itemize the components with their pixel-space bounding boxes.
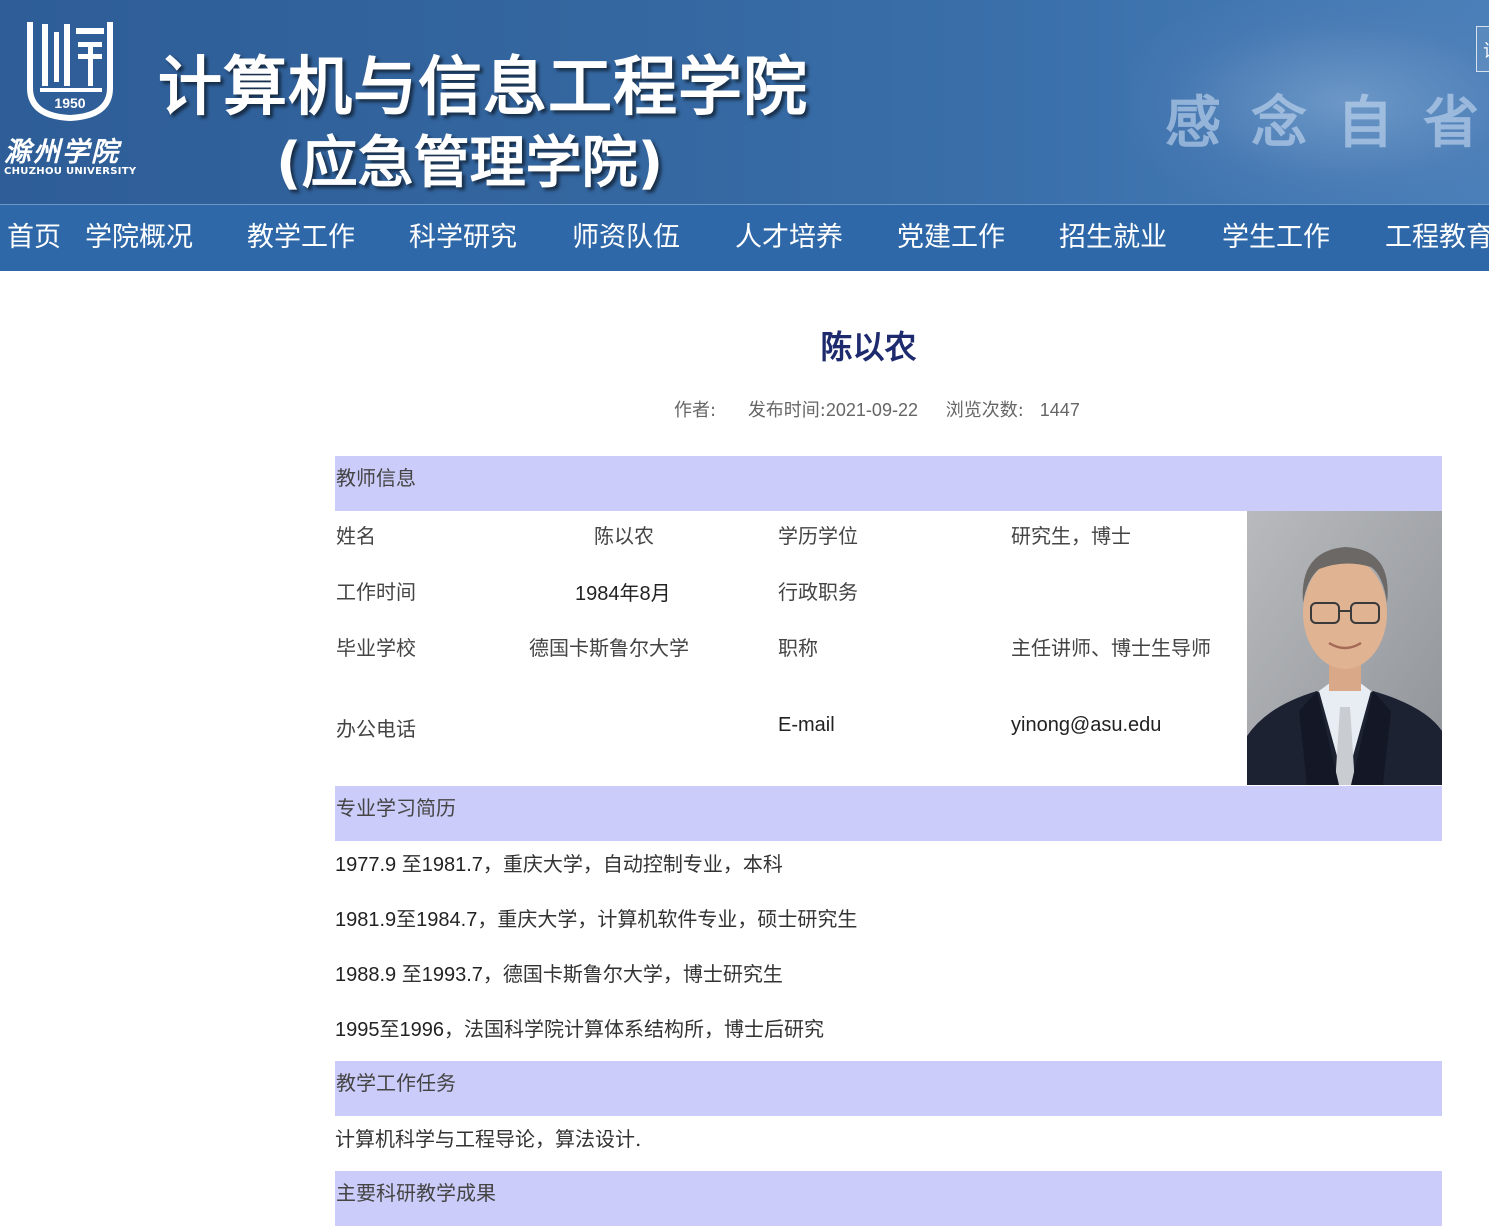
nav-item-research[interactable]: 科学研究 — [409, 205, 517, 271]
degree-value: 研究生，博士 — [1011, 524, 1131, 548]
nav-item-talent[interactable]: 人才培养 — [735, 205, 843, 271]
education-item: 1988.9 至1993.7，德国卡斯鲁尔大学，博士研究生 — [335, 958, 783, 987]
site-title: 计算机与信息工程学院 — [158, 51, 808, 125]
section-teaching: 教学工作任务 — [335, 1061, 1442, 1116]
view-count: 1447 — [1039, 400, 1080, 420]
edu-to: 至 — [401, 962, 422, 986]
edu-detail: ，法国科学院计算体系结构所，博士后研究 — [444, 1017, 824, 1041]
main-nav: 首页 学院概况 教学工作 科学研究 师资队伍 人才培养 党建工作 招生就业 学生… — [0, 204, 1489, 271]
nav-item-admission[interactable]: 招生就业 — [1059, 205, 1167, 271]
logo-emblem-icon: 1950 — [27, 22, 113, 122]
email-link[interactable]: yinong@asu.edu — [1011, 714, 1161, 737]
edu-start: 1995 — [335, 1019, 380, 1041]
site-subtitle: (应急管理学院) — [276, 131, 664, 196]
nav-item-party[interactable]: 党建工作 — [897, 205, 1005, 271]
banner-motto: 感念自省做 — [1165, 90, 1489, 156]
nav-item-engineering[interactable]: 工程教育 — [1385, 205, 1489, 271]
section-education: 专业学习简历 — [335, 786, 1442, 841]
date-label: 发布时间: — [747, 400, 826, 421]
edu-end: 1996 — [399, 1019, 445, 1041]
school-value: 德国卡斯鲁尔大学 — [529, 636, 689, 660]
author-label: 作者: — [674, 400, 717, 421]
nav-item-faculty[interactable]: 师资队伍 — [572, 205, 680, 271]
edu-end: 1993.7 — [421, 964, 483, 986]
edu-start: 1988.9 — [335, 964, 402, 986]
edu-detail: ，德国卡斯鲁尔大学，博士研究生 — [482, 962, 783, 986]
edu-detail: ，重庆大学，自动控制专业，本科 — [482, 852, 783, 876]
edu-start: 1981.9 — [335, 909, 397, 931]
edu-detail: ，重庆大学，计算机软件专业，硕士研究生 — [477, 907, 858, 931]
nav-item-home[interactable]: 首页 — [7, 205, 61, 271]
logo-year: 1950 — [54, 95, 85, 111]
edu-to: 至 — [379, 1017, 400, 1041]
portrait-image — [1247, 511, 1442, 785]
education-item: 1995至1996，法国科学院计算体系结构所，博士后研究 — [335, 1013, 824, 1042]
rank-label: 职称 — [778, 636, 818, 660]
email-label: E-mail — [778, 714, 835, 736]
education-item: 1981.9至1984.7，重庆大学，计算机软件专业，硕士研究生 — [335, 903, 857, 932]
search-input[interactable]: 试 — [1476, 26, 1489, 72]
publish-date: 2021-09-22 — [825, 400, 918, 420]
university-logo[interactable]: 1950 滁州学院 CHUZHOU UNIVERSITY — [0, 0, 150, 200]
views-label: 浏览次数: — [945, 400, 1024, 421]
edu-to: 至 — [401, 852, 422, 876]
degree-label: 学历学位 — [778, 524, 858, 548]
school-label: 毕业学校 — [336, 636, 416, 660]
edu-end: 1984.7 — [416, 909, 478, 931]
edu-start: 1977.9 — [335, 854, 402, 876]
nav-item-student[interactable]: 学生工作 — [1222, 205, 1330, 271]
article-title-text: 陈以农 — [820, 328, 917, 366]
teaching-courses: 计算机科学与工程导论，算法设计. — [335, 1127, 642, 1151]
work-time-value: 1984年8月 — [575, 583, 671, 605]
admin-label: 行政职务 — [778, 580, 858, 604]
nav-item-overview[interactable]: 学院概况 — [85, 205, 193, 271]
section-teacher-info: 教师信息 — [335, 456, 1442, 511]
header-banner: 1950 滁州学院 CHUZHOU UNIVERSITY 计算机与信息工程学院 … — [0, 0, 1489, 204]
name-value: 陈以农 — [594, 524, 654, 548]
work-time-label: 工作时间 — [336, 580, 416, 604]
teacher-photo — [1247, 511, 1442, 785]
education-item: 1977.9 至1981.7，重庆大学，自动控制专业，本科 — [335, 848, 783, 877]
name-label: 姓名 — [336, 524, 376, 548]
edu-end: 1981.7 — [421, 854, 483, 876]
phone-label: 办公电话 — [336, 717, 416, 741]
edu-to: 至 — [396, 907, 417, 931]
article-title: 陈以农 — [335, 322, 1442, 368]
nav-item-teaching[interactable]: 教学工作 — [247, 205, 355, 271]
logo-chinese-name: 滁州学院 — [4, 137, 120, 168]
logo-english-name: CHUZHOU UNIVERSITY — [4, 166, 137, 177]
rank-value: 主任讲师、博士生导师 — [1011, 636, 1211, 660]
teaching-text: 计算机科学与工程导论，算法设计. — [335, 1123, 641, 1152]
section-research: 主要科研教学成果 — [335, 1171, 1442, 1226]
article-meta: 作者: 发布时间:2021-09-22 浏览次数: 1447 — [674, 396, 1090, 422]
